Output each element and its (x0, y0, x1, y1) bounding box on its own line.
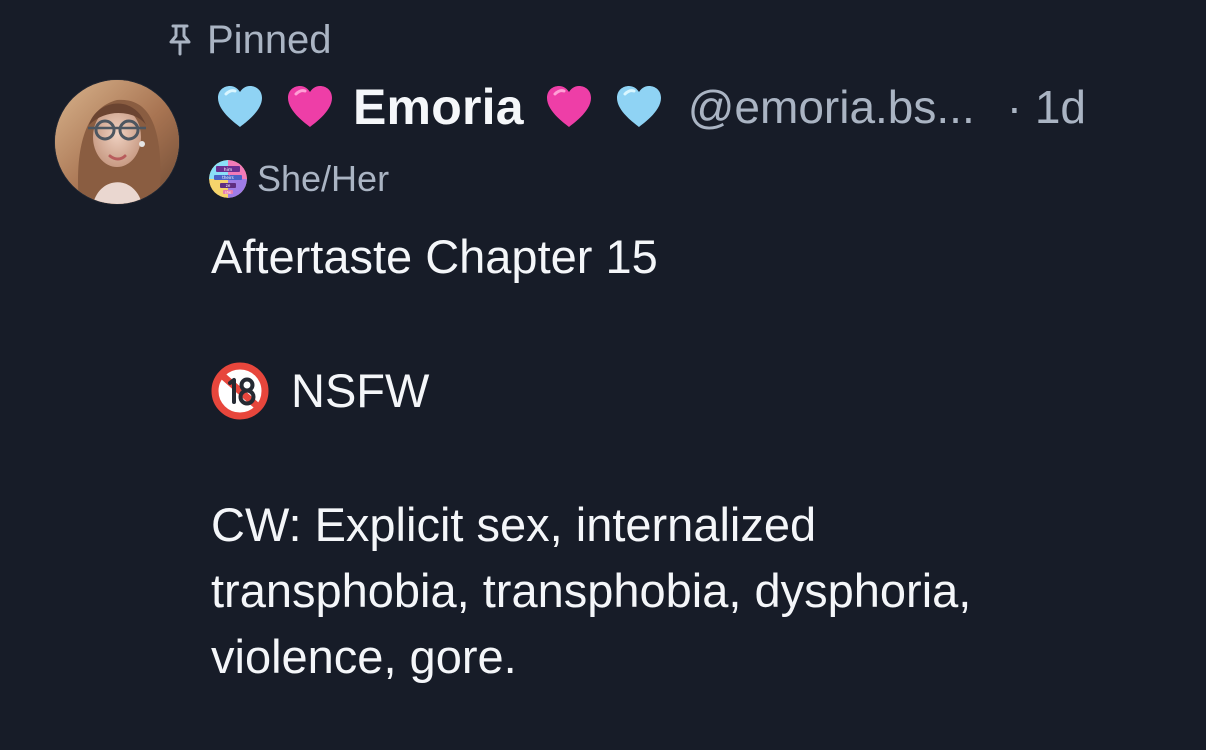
nsfw-row: NSFW (211, 358, 1171, 424)
post-title-line: Aftertaste Chapter 15 (211, 230, 658, 283)
pronoun-badge-icon: him theirs ze she (209, 160, 247, 198)
pronoun-badge-text: him (224, 167, 233, 173)
content-warning-text: CW: Explicit sex, internalized transphob… (211, 492, 1171, 690)
pronouns-label: She/Her (257, 158, 390, 199)
avatar[interactable] (55, 80, 179, 204)
content-warning-line: violence, gore. (211, 630, 517, 683)
pronouns-row: him theirs ze she She/Her (209, 158, 389, 200)
post-body: Aftertaste Chapter 15 NSFW CW: Explicit … (211, 224, 1171, 690)
post-timestamp[interactable]: · 1d (1007, 80, 1086, 134)
light-blue-heart-icon (213, 80, 267, 134)
display-name[interactable]: Emoria (353, 78, 524, 136)
pinned-indicator: Pinned (163, 16, 332, 64)
light-blue-heart-icon (612, 80, 666, 134)
pink-heart-icon (283, 80, 337, 134)
post-header: Emoria @emoria.bs... · 1d (213, 72, 1173, 142)
content-warning-line: transphobia, transphobia, dysphoria, (211, 564, 972, 617)
nsfw-label: NSFW (291, 364, 430, 417)
no-under-18-icon (211, 362, 269, 420)
pink-heart-icon (542, 80, 596, 134)
pin-icon (163, 20, 197, 60)
pinned-label: Pinned (207, 17, 332, 62)
user-handle[interactable]: @emoria.bs... (688, 80, 975, 134)
content-warning-line: CW: Explicit sex, internalized (211, 498, 817, 551)
pronoun-badge-text: ze (226, 183, 231, 188)
pronoun-badge-text: she (225, 191, 231, 195)
pronoun-badge-text: theirs (222, 175, 233, 180)
